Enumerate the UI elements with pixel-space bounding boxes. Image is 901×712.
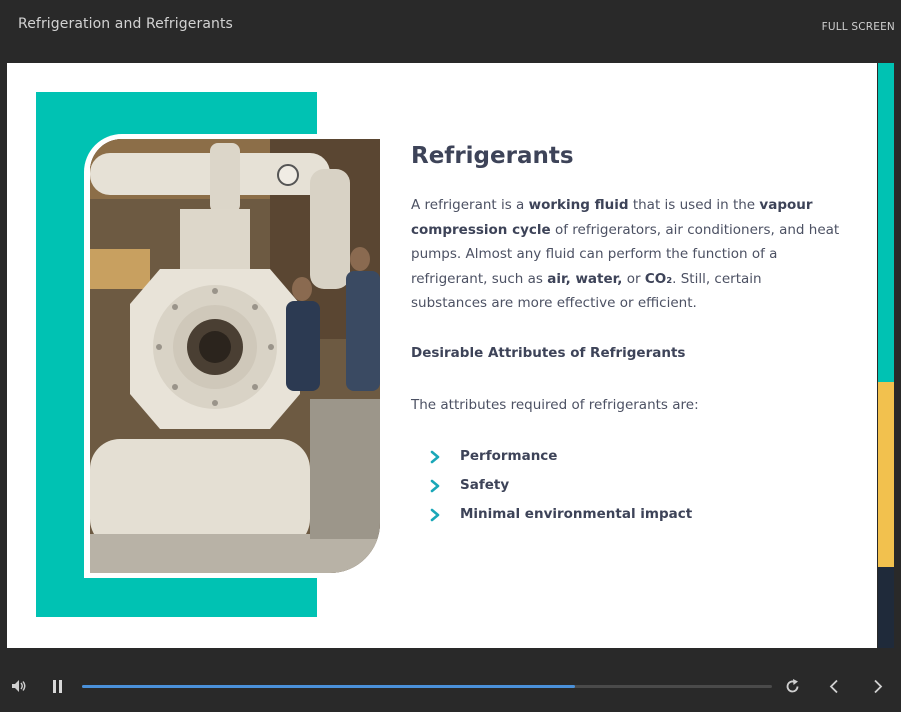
replay-icon[interactable]: [785, 679, 800, 694]
progress-strip-segment: [878, 382, 894, 567]
player-controls: [0, 648, 901, 712]
list-item: Performance: [429, 442, 692, 471]
attributes-subheading: Desirable Attributes of Refrigerants: [411, 345, 686, 361]
list-item: Minimal environmental impact: [429, 500, 692, 529]
definition-paragraph: A refrigerant is a working fluid that is…: [411, 193, 841, 316]
attribute-label: Safety: [460, 477, 510, 493]
fullscreen-button[interactable]: FULL SCREEN: [822, 21, 895, 33]
industrial-compressor-photo: [90, 139, 380, 573]
paragraph-bold-text: CO₂: [644, 270, 673, 287]
playback-progress-fill: [82, 685, 576, 688]
chevron-right-icon: [430, 450, 440, 464]
list-item: Safety: [429, 471, 692, 500]
slide-canvas: Refrigerants A refrigerant is a working …: [7, 63, 877, 648]
chevron-left-icon[interactable]: [828, 679, 840, 694]
paragraph-text: that is used in the: [628, 197, 760, 213]
chevron-right-icon: [430, 479, 440, 493]
slide-heading: Refrigerants: [411, 143, 574, 169]
paragraph-bold-text: air, water,: [547, 270, 623, 287]
top-bar: Refrigeration and Refrigerants FULL SCRE…: [0, 0, 901, 62]
paragraph-text: A refrigerant is a: [411, 197, 529, 213]
progress-strip-segment: [878, 63, 894, 382]
course-title: Refrigeration and Refrigerants: [18, 16, 233, 32]
speaker-icon[interactable]: [11, 679, 27, 693]
attributes-intro: The attributes required of refrigerants …: [411, 397, 699, 413]
compressor-illustration: [90, 139, 380, 573]
chevron-right-icon[interactable]: [872, 679, 884, 694]
chevron-right-icon: [430, 508, 440, 522]
section-progress-strip: [878, 63, 894, 648]
progress-strip-segment: [878, 567, 894, 648]
attributes-list: Performance Safety Minimal environmental…: [429, 442, 692, 529]
pause-icon[interactable]: [52, 680, 64, 693]
attribute-label: Performance: [460, 448, 558, 464]
attribute-label: Minimal environmental impact: [460, 506, 693, 522]
paragraph-text: or: [622, 270, 645, 287]
playback-progress-bar[interactable]: [82, 685, 772, 688]
paragraph-bold-text: working fluid: [528, 197, 629, 213]
